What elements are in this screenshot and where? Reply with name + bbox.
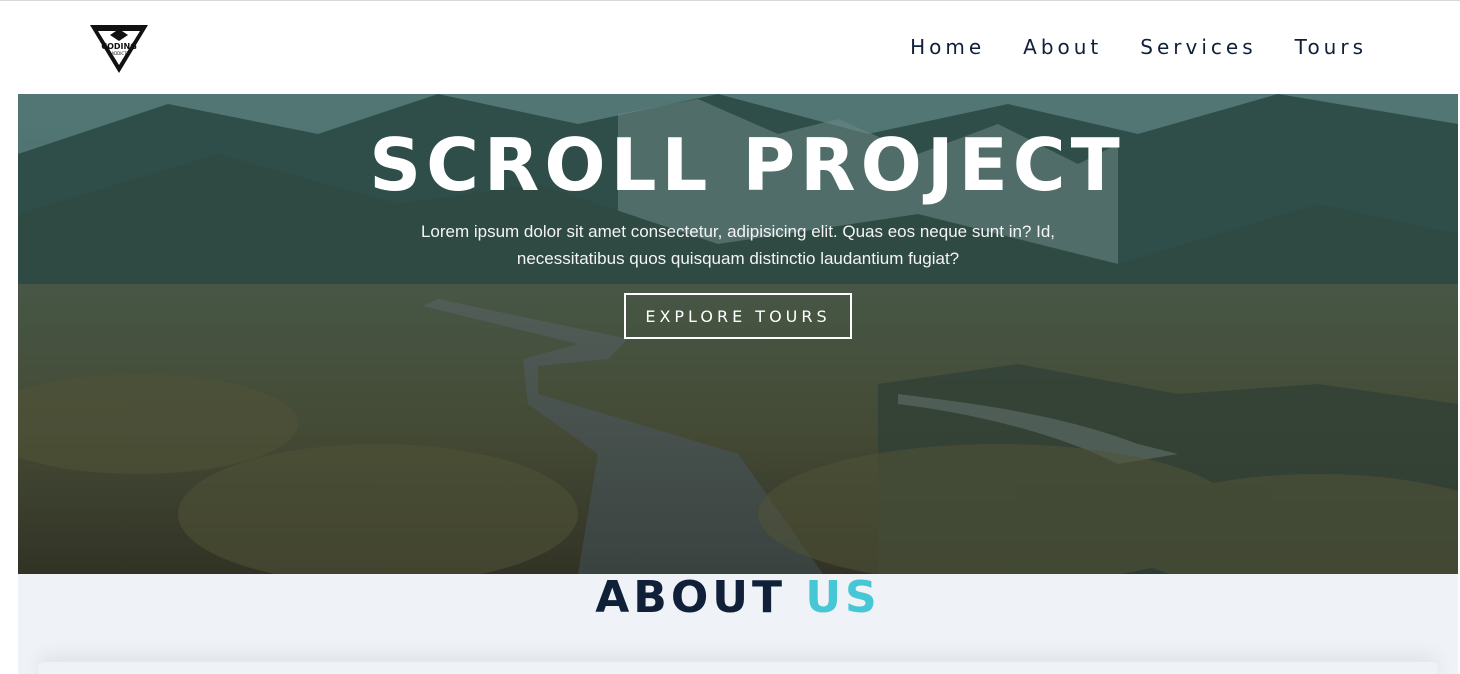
page: CODING ADDICT Home About Services Tours bbox=[0, 0, 1460, 674]
nav-link-services[interactable]: Services bbox=[1140, 35, 1256, 59]
logo-icon: CODING ADDICT bbox=[90, 25, 148, 73]
svg-text:CODING: CODING bbox=[101, 42, 137, 51]
hero-title: SCROLL PROJECT bbox=[369, 123, 1125, 207]
hero-banner: SCROLL PROJECT Lorem ipsum dolor sit ame… bbox=[18, 94, 1458, 574]
about-title-accent: US bbox=[805, 572, 881, 623]
hero-description: Lorem ipsum dolor sit amet consectetur, … bbox=[420, 222, 1056, 268]
nav-link-about[interactable]: About bbox=[1023, 35, 1102, 59]
coding-addict-logo[interactable]: CODING ADDICT bbox=[88, 21, 150, 75]
nav-link-tours[interactable]: Tours bbox=[1295, 35, 1367, 59]
about-section: ABOUT US bbox=[18, 572, 1458, 674]
navbar: CODING ADDICT Home About Services Tours bbox=[0, 1, 1460, 94]
about-title: ABOUT US bbox=[18, 572, 1458, 623]
svg-text:ADDICT: ADDICT bbox=[111, 51, 127, 56]
nav-link-home[interactable]: Home bbox=[910, 35, 985, 59]
hero-content: SCROLL PROJECT Lorem ipsum dolor sit ame… bbox=[18, 124, 1458, 339]
explore-tours-button[interactable]: EXPLORE TOURS bbox=[624, 293, 852, 339]
about-card-edge bbox=[38, 662, 1438, 674]
about-title-main: ABOUT bbox=[595, 572, 786, 623]
main-nav: Home About Services Tours bbox=[910, 35, 1367, 59]
